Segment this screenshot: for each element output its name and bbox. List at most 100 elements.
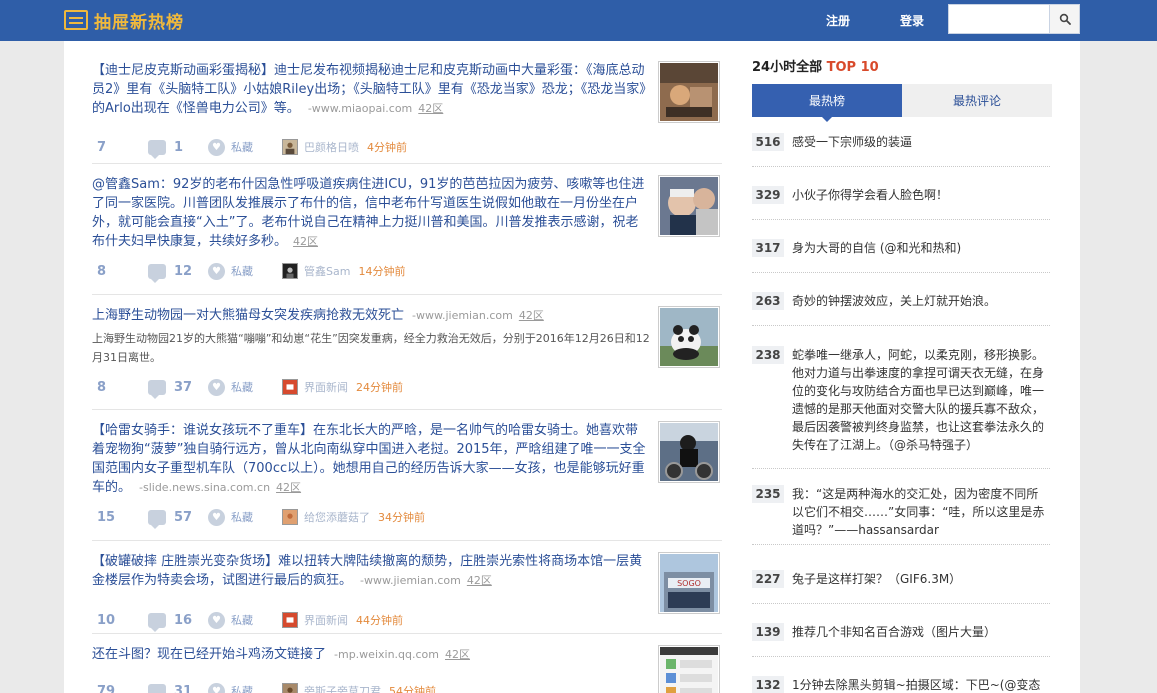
login-link[interactable]: 登录 (900, 12, 924, 29)
story-item: 【迪士尼皮克斯动画彩蛋揭秘】迪士尼发布视频揭秘迪士尼和皮克斯动画中大量彩蛋：《海… (92, 61, 722, 164)
favorite-button[interactable]: ♥ 私藏 (208, 262, 253, 280)
rank-title-link[interactable]: 推荐几个非知名百合游戏（图片大量） (792, 623, 1050, 641)
author-link[interactable]: 巴颜格日喷 (304, 139, 359, 155)
vote-count[interactable]: 79 (97, 684, 137, 693)
comment-icon (148, 509, 166, 529)
rank-title-link[interactable]: 奇妙的钟摆波效应，关上灯就开始浪。 (792, 292, 1050, 310)
register-link[interactable]: 注册 (826, 12, 850, 29)
rank-title-link[interactable]: 感受一下宗师级的装逼 (792, 133, 1050, 151)
comment-count: 57 (174, 509, 193, 525)
list-item[interactable]: 329 小伙子你得学会看人脸色啊！ (752, 186, 1050, 220)
favorite-button[interactable]: ♥ 私藏 (208, 611, 253, 629)
story-thumbnail[interactable] (658, 175, 720, 237)
search-icon (1059, 13, 1071, 25)
story-domain: -mp.weixin.qq.com (334, 648, 439, 661)
story-title-link[interactable]: @管鑫Sam：92岁的老布什因急性呼吸道疾病住进ICU，91岁的芭芭拉因为疲劳、… (92, 177, 644, 249)
avatar[interactable] (282, 509, 298, 525)
avatar[interactable] (282, 683, 298, 693)
favorite-label: 私藏 (231, 381, 253, 394)
story-zone-link[interactable]: 42区 (519, 309, 544, 322)
tab-hot[interactable]: 最热榜 (752, 84, 902, 122)
list-item[interactable]: 263 奇妙的钟摆波效应，关上灯就开始浪。 (752, 292, 1050, 326)
rank-title-link[interactable]: 我：“这是两种海水的交汇处，因为密度不同所以它们不相交……”女同事：“哇，所以这… (792, 485, 1050, 539)
author-link[interactable]: 界面新闻 (304, 379, 348, 395)
avatar[interactable] (282, 612, 298, 628)
photo-thumbnail-icon (660, 423, 718, 481)
vote-count[interactable]: 10 (97, 613, 137, 628)
vote-count[interactable]: 7 (97, 140, 137, 155)
comment-icon (148, 139, 166, 159)
rank-score: 139 (752, 623, 784, 641)
favorite-button[interactable]: ♥ 私藏 (208, 508, 253, 526)
comment-button[interactable]: 57 (148, 509, 193, 529)
author-link[interactable]: 管鑫Sam (304, 263, 350, 279)
site-logo[interactable]: 抽屉新热榜 (64, 9, 184, 33)
comment-button[interactable]: 16 (148, 612, 192, 632)
heart-icon: ♥ (208, 138, 225, 156)
content-page: 【迪士尼皮克斯动画彩蛋揭秘】迪士尼发布视频揭秘迪士尼和皮克斯动画中大量彩蛋：《海… (64, 41, 1080, 693)
comment-button[interactable]: 31 (148, 683, 193, 693)
heart-icon: ♥ (208, 682, 225, 693)
photo-thumbnail-icon: SOGO (660, 554, 718, 612)
avatar[interactable] (282, 263, 298, 279)
comment-count: 31 (174, 683, 193, 693)
story-thumbnail[interactable]: SOGO (658, 552, 720, 614)
list-item[interactable]: 139 推荐几个非知名百合游戏（图片大量） (752, 623, 1050, 657)
photo-thumbnail-icon (660, 63, 718, 121)
svg-text:SOGO: SOGO (677, 579, 701, 588)
vote-count[interactable]: 8 (97, 264, 137, 279)
comment-button[interactable]: 12 (148, 263, 192, 283)
list-item[interactable]: 132 1分钟去除黑头剪辑~拍摄区域：下巴~(@变态学 (752, 676, 1050, 693)
author-link[interactable]: 给您添蘑菇了 (304, 509, 370, 525)
rank-title-link[interactable]: 兔子是这样打架？（GIF6.3M） (792, 570, 1050, 588)
favorite-button[interactable]: ♥ 私藏 (208, 138, 253, 156)
post-time: 44分钟前 (356, 614, 403, 627)
story-title-link[interactable]: 还在斗图？现在已经开始斗鸡汤文链接了 (92, 647, 326, 662)
story-item: 还在斗图？现在已经开始斗鸡汤文链接了 -mp.weixin.qq.com 42区 7… (92, 645, 722, 693)
author-link[interactable]: 旁斯子旁草刀君 (304, 683, 381, 693)
post-time: 54分钟前 (389, 685, 436, 693)
story-zone-link[interactable]: 42区 (445, 648, 470, 661)
ranking-heading-prefix: 24小时全部 (752, 60, 823, 75)
post-time: 34分钟前 (378, 511, 425, 524)
search-button[interactable] (1049, 4, 1080, 34)
comment-button[interactable]: 37 (148, 379, 192, 399)
story-zone-link[interactable]: 42区 (418, 102, 443, 115)
story-zone-link[interactable]: 42区 (276, 481, 301, 494)
avatar[interactable] (282, 379, 298, 395)
tab-hot-comments[interactable]: 最热评论 (902, 84, 1052, 117)
story-thumbnail[interactable] (658, 306, 720, 368)
list-item[interactable]: 227 兔子是这样打架？（GIF6.3M） (752, 570, 1050, 604)
vote-count[interactable]: 8 (97, 380, 137, 395)
story-domain: -www.jiemian.com (412, 309, 513, 322)
search-input[interactable] (948, 4, 1049, 34)
list-item[interactable]: 235 我：“这是两种海水的交汇处，因为密度不同所以它们不相交……”女同事：“哇… (752, 485, 1050, 545)
list-item[interactable]: 516 感受一下宗师级的装逼 (752, 133, 1050, 167)
story-item: 【破罐破摔 庄胜崇光变杂货场】难以扭转大牌陆续撤离的颓势，庄胜崇光索性将商场本馆… (92, 552, 722, 634)
rank-title-link[interactable]: 蛇拳唯一继承人，阿蛇，以柔克刚，移形换影。他对力道与出拳速度的拿捏可谓天衣无缝，… (792, 346, 1050, 454)
favorite-label: 私藏 (231, 511, 253, 524)
list-item[interactable]: 238 蛇拳唯一继承人，阿蛇，以柔克刚，移形换影。他对力道与出拳速度的拿捏可谓天… (752, 346, 1050, 469)
story-thumbnail[interactable] (658, 61, 720, 123)
favorite-button[interactable]: ♥ 私藏 (208, 378, 253, 396)
favorite-label: 私藏 (231, 141, 253, 154)
story-zone-link[interactable]: 42区 (293, 235, 318, 248)
heart-icon: ♥ (208, 508, 225, 526)
rank-title-link[interactable]: 1分钟去除黑头剪辑~拍摄区域：下巴~(@变态学 (792, 676, 1050, 693)
rank-title-link[interactable]: 身为大哥的自信 (@和光和热和) (792, 239, 1050, 257)
author-link[interactable]: 界面新闻 (304, 612, 348, 628)
rank-title-link[interactable]: 小伙子你得学会看人脸色啊！ (792, 186, 1050, 204)
comment-icon (148, 683, 166, 693)
story-thumbnail[interactable] (658, 421, 720, 483)
drawer-icon (64, 10, 88, 30)
story-zone-link[interactable]: 42区 (467, 574, 492, 587)
comment-icon (148, 263, 166, 283)
list-item[interactable]: 317 身为大哥的自信 (@和光和热和) (752, 239, 1050, 273)
favorite-button[interactable]: ♥ 私藏 (208, 682, 253, 693)
avatar[interactable] (282, 139, 298, 155)
story-title-link[interactable]: 上海野生动物园一对大熊猫母女突发疾病抢救无效死亡 (92, 308, 404, 323)
comment-button[interactable]: 1 (148, 139, 183, 159)
vote-count[interactable]: 15 (97, 510, 137, 525)
logo-text: 抽屉新热榜 (94, 12, 184, 33)
rank-score: 132 (752, 676, 784, 693)
